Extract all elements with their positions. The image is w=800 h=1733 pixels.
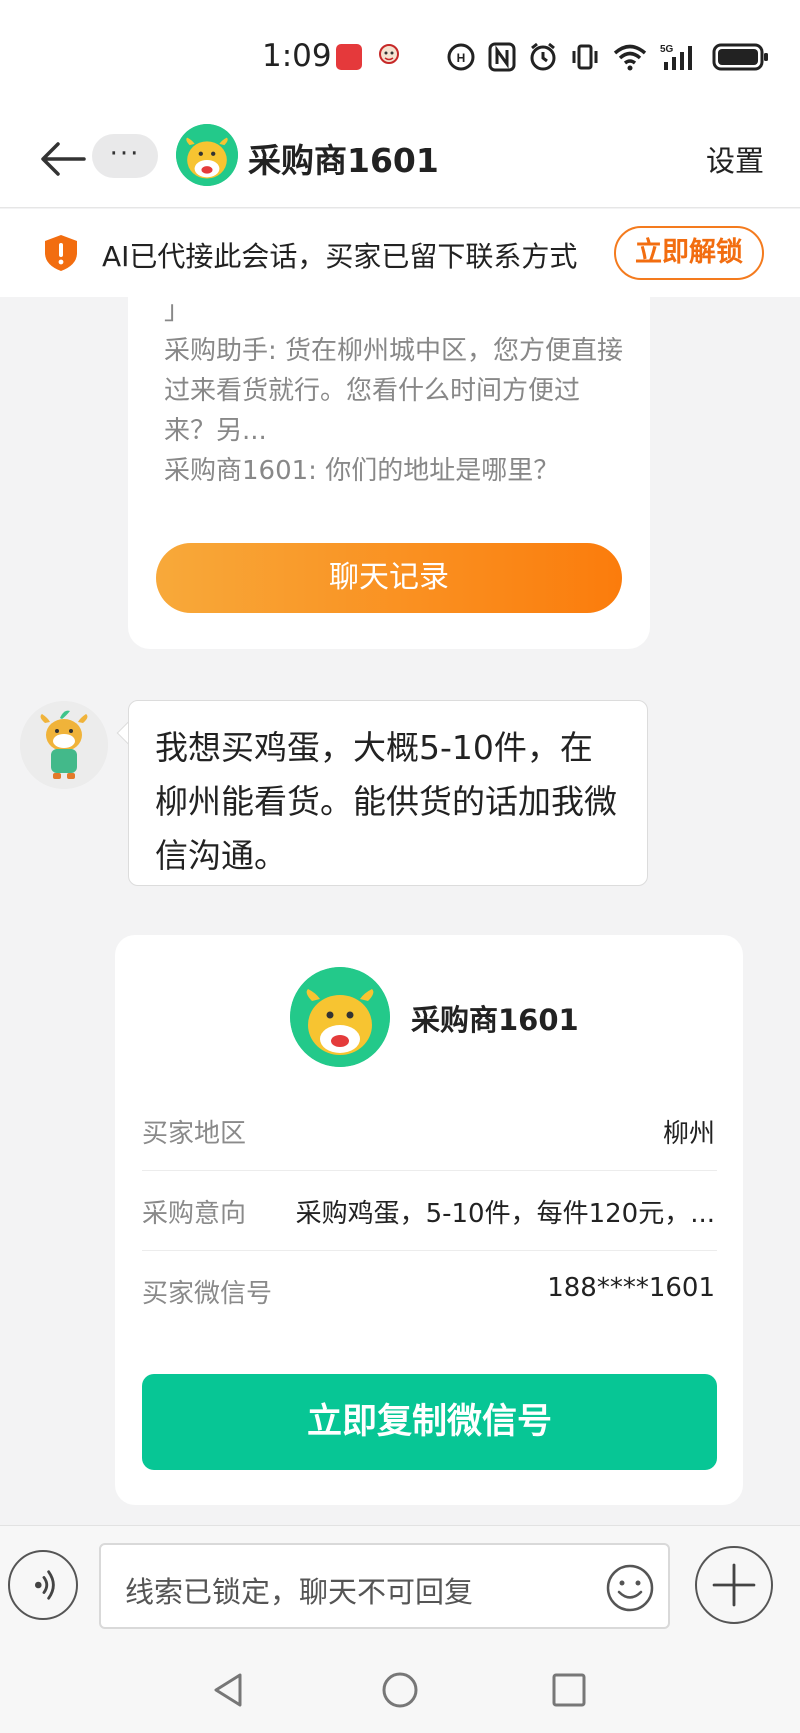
svg-text:5G: 5G (660, 44, 674, 55)
chat-header: ··· 采购商1601 设置 (0, 110, 800, 208)
contact-row-region: 买家地区 柳州 (142, 1091, 717, 1171)
nav-recents-icon[interactable] (551, 1672, 587, 1708)
nav-back-icon[interactable] (210, 1671, 246, 1709)
chat-record-line: 采购助手: 货在柳州城中区，您方便直接过来看货就行。您看什么时间方便过来？另..… (164, 336, 624, 446)
app-notification-icon (336, 44, 362, 70)
cow-mascot-icon (176, 124, 238, 186)
row-label: 买家微信号 (142, 1279, 273, 1309)
message-input[interactable]: 线索已锁定，聊天不可回复 (99, 1543, 670, 1629)
battery-icon (712, 43, 768, 71)
chat-title: 采购商1601 (248, 141, 439, 180)
input-bar: 线索已锁定，聊天不可回复 (0, 1525, 800, 1647)
cow-mascot-icon (290, 967, 390, 1067)
chat-record-preview: 」 采购助手: 货在柳州城中区，您方便直接过来看货就行。您看什么时间方便过来？另… (164, 297, 624, 491)
plus-icon[interactable] (695, 1546, 773, 1624)
avatar (176, 124, 238, 186)
settings-button[interactable]: 设置 (706, 138, 764, 180)
cow-mascot-icon (20, 701, 108, 789)
warning-shield-icon (45, 235, 77, 271)
emoji-icon[interactable] (605, 1563, 655, 1613)
status-bar: 1:09 H 5G (0, 0, 800, 110)
nfc-icon (488, 42, 516, 72)
alarm-icon (530, 42, 556, 71)
contact-row-intent: 采购意向 采购鸡蛋，5-10件，每件120元，... (142, 1171, 717, 1251)
row-value: 188****1601 (547, 1273, 715, 1303)
more-options-button[interactable]: ··· (92, 134, 158, 178)
voice-input-icon[interactable] (8, 1550, 78, 1620)
app-notification-icon (379, 44, 399, 64)
svg-text:H: H (457, 51, 466, 65)
chat-area[interactable]: 」 采购助手: 货在柳州城中区，您方便直接过来看货就行。您看什么时间方便过来？另… (0, 297, 800, 1525)
ai-takeover-banner: AI已代接此会话，买家已留下联系方式 立即解锁 (0, 209, 800, 297)
nav-home-icon[interactable] (381, 1671, 419, 1709)
status-time: 1:09 (262, 38, 332, 74)
unlock-button[interactable]: 立即解锁 (614, 226, 764, 280)
chat-record-line: 采购商1601: 你们的地址是哪里？ (164, 456, 560, 486)
back-arrow-icon[interactable] (38, 138, 88, 180)
chat-record-line: 」 (164, 297, 191, 326)
contact-card: 采购商1601 买家地区 柳州 采购意向 采购鸡蛋，5-10件，每件120元，.… (115, 935, 743, 1505)
5g-signal-icon: 5G (660, 44, 692, 70)
row-value: 采购鸡蛋，5-10件，每件120元，... (295, 1199, 715, 1229)
vibrate-icon (572, 44, 598, 70)
row-value: 柳州 (662, 1119, 715, 1149)
banner-text: AI已代接此会话，买家已留下联系方式 (102, 240, 578, 273)
copy-wechat-button[interactable]: 立即复制微信号 (142, 1374, 717, 1470)
chat-record-card: 」 采购助手: 货在柳州城中区，您方便直接过来看货就行。您看什么时间方便过来？另… (128, 297, 650, 649)
contact-row-wechat: 买家微信号 188****1601 (142, 1251, 717, 1331)
contact-name: 采购商1601 (411, 1003, 579, 1037)
contact-avatar (290, 967, 390, 1067)
row-label: 买家地区 (142, 1119, 247, 1149)
wifi-icon (613, 44, 647, 71)
message-bubble[interactable]: 我想买鸡蛋，大概5-10件，在柳州能看货。能供货的话加我微信沟通。 (128, 700, 648, 886)
buyer-avatar[interactable] (20, 701, 108, 789)
row-label: 采购意向 (142, 1199, 247, 1229)
system-nav-bar (0, 1647, 800, 1733)
input-placeholder: 线索已锁定，聊天不可回复 (125, 1575, 474, 1609)
chat-record-button[interactable]: 聊天记录 (156, 543, 622, 613)
nfc-icon: H (447, 43, 475, 71)
